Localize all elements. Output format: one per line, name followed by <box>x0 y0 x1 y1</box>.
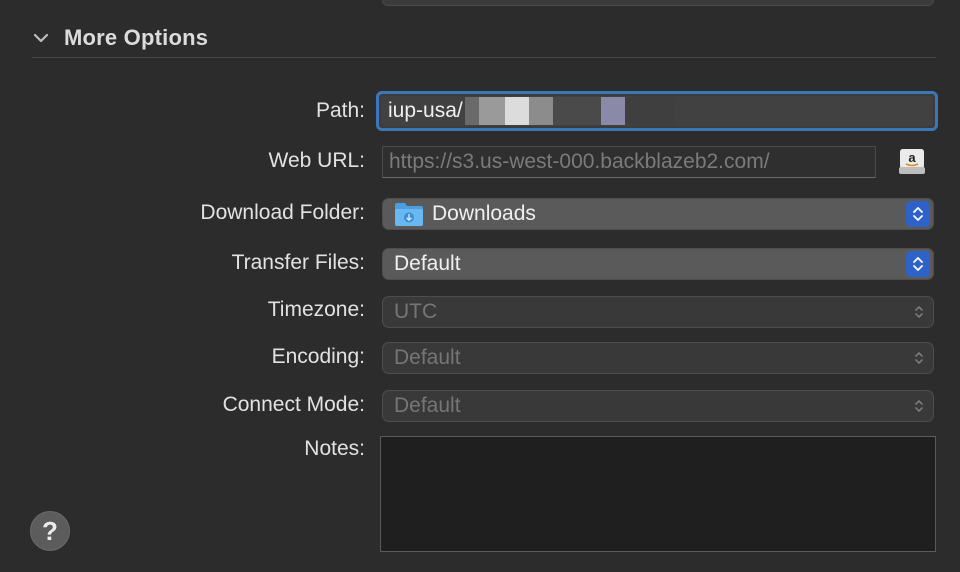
svg-text:a: a <box>908 150 916 165</box>
web-url-placeholder: https://s3.us-west-000.backblazeb2.com/ <box>389 150 770 173</box>
encoding-popup[interactable]: Default <box>382 342 934 374</box>
connect-mode-label: Connect Mode: <box>222 393 365 416</box>
more-options-disclosure[interactable]: More Options <box>32 24 208 52</box>
downloads-folder-icon <box>395 203 423 226</box>
up-down-arrows-icon <box>906 201 930 227</box>
section-title: More Options <box>64 25 209 50</box>
previous-field-edge <box>382 0 934 6</box>
up-down-arrows-icon <box>912 396 926 416</box>
up-down-arrows-icon <box>912 302 926 322</box>
encoding-label: Encoding: <box>271 345 365 368</box>
download-folder-label: Download Folder: <box>200 201 365 224</box>
transfer-files-popup[interactable]: Default <box>382 248 934 280</box>
connect-mode-popup[interactable]: Default <box>382 390 934 422</box>
web-url-label: Web URL: <box>268 149 365 172</box>
download-folder-value: Downloads <box>432 202 536 225</box>
encoding-value: Default <box>394 346 461 369</box>
redacted-path-segment <box>464 97 675 125</box>
path-value: iup-usa/ <box>388 99 463 122</box>
amazon-drive-icon[interactable]: a <box>896 145 928 177</box>
up-down-arrows-icon <box>912 348 926 368</box>
path-label: Path: <box>315 99 365 122</box>
transfer-files-value: Default <box>394 252 461 275</box>
timezone-label: Timezone: <box>267 298 365 321</box>
connect-mode-value: Default <box>394 394 461 417</box>
up-down-arrows-icon <box>906 251 930 277</box>
help-button[interactable]: ? <box>30 511 70 551</box>
section-divider <box>32 57 936 58</box>
transfer-files-label: Transfer Files: <box>231 251 365 274</box>
chevron-down-icon <box>33 33 49 43</box>
path-input[interactable]: iup-usa/ <box>376 91 938 131</box>
notes-textarea[interactable] <box>380 436 936 552</box>
download-folder-popup[interactable]: Downloads <box>382 198 934 230</box>
timezone-popup[interactable]: UTC <box>382 296 934 328</box>
web-url-field[interactable]: https://s3.us-west-000.backblazeb2.com/ <box>382 146 876 178</box>
timezone-value: UTC <box>394 300 438 323</box>
notes-label: Notes: <box>304 437 365 460</box>
